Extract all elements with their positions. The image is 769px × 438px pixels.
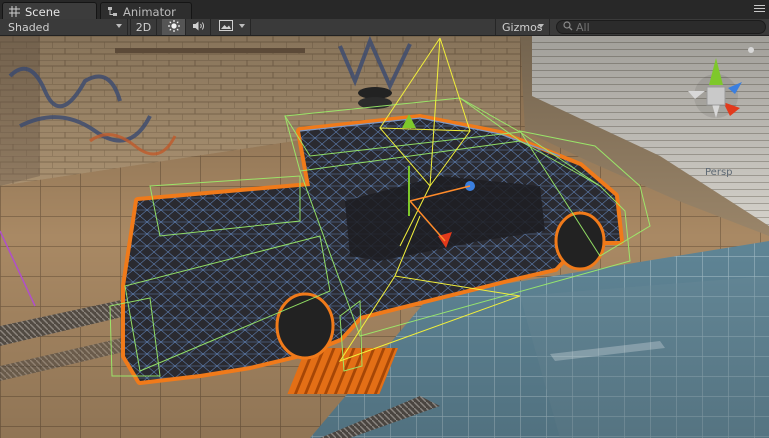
hierarchy-search[interactable] xyxy=(556,20,766,34)
chevron-down-icon xyxy=(538,24,544,28)
tab-scene[interactable]: Scene xyxy=(2,2,97,19)
grid-icon xyxy=(9,6,20,17)
image-icon xyxy=(219,20,233,34)
scene-toolbar: Shaded 2D Gizmos xyxy=(0,19,769,36)
shading-mode-label: Shaded xyxy=(8,20,50,34)
tab-strip: Scene Animator xyxy=(0,0,769,20)
tab-animator[interactable]: Animator xyxy=(100,2,192,19)
scene-viewport[interactable]: Persp xyxy=(0,36,769,438)
chevron-down-icon xyxy=(239,24,245,28)
tab-animator-label: Animator xyxy=(123,4,176,19)
sun-icon xyxy=(167,19,180,35)
search-icon xyxy=(563,20,573,34)
tab-scene-label: Scene xyxy=(25,4,61,19)
search-input[interactable] xyxy=(573,20,746,34)
gizmos-dropdown[interactable]: Gizmos xyxy=(495,19,550,35)
scene-render xyxy=(0,36,769,438)
gizmos-label: Gizmos xyxy=(502,20,543,34)
speaker-icon xyxy=(192,20,206,35)
mode-2d-label: 2D xyxy=(135,20,152,34)
shading-mode-dropdown[interactable]: Shaded xyxy=(0,19,128,35)
scene-audio-toggle[interactable] xyxy=(187,19,211,35)
animator-icon xyxy=(107,6,118,17)
mode-2d-button[interactable]: 2D xyxy=(130,19,157,35)
chevron-down-icon xyxy=(116,24,122,28)
scene-lighting-toggle[interactable] xyxy=(162,19,186,35)
projection-label[interactable]: Persp xyxy=(705,167,733,178)
scene-view-window: Scene Animator Shaded 2D Gizmos All Pers… xyxy=(0,0,769,438)
scene-effects-dropdown[interactable] xyxy=(213,19,251,35)
tab-menu-icon[interactable] xyxy=(754,5,765,14)
